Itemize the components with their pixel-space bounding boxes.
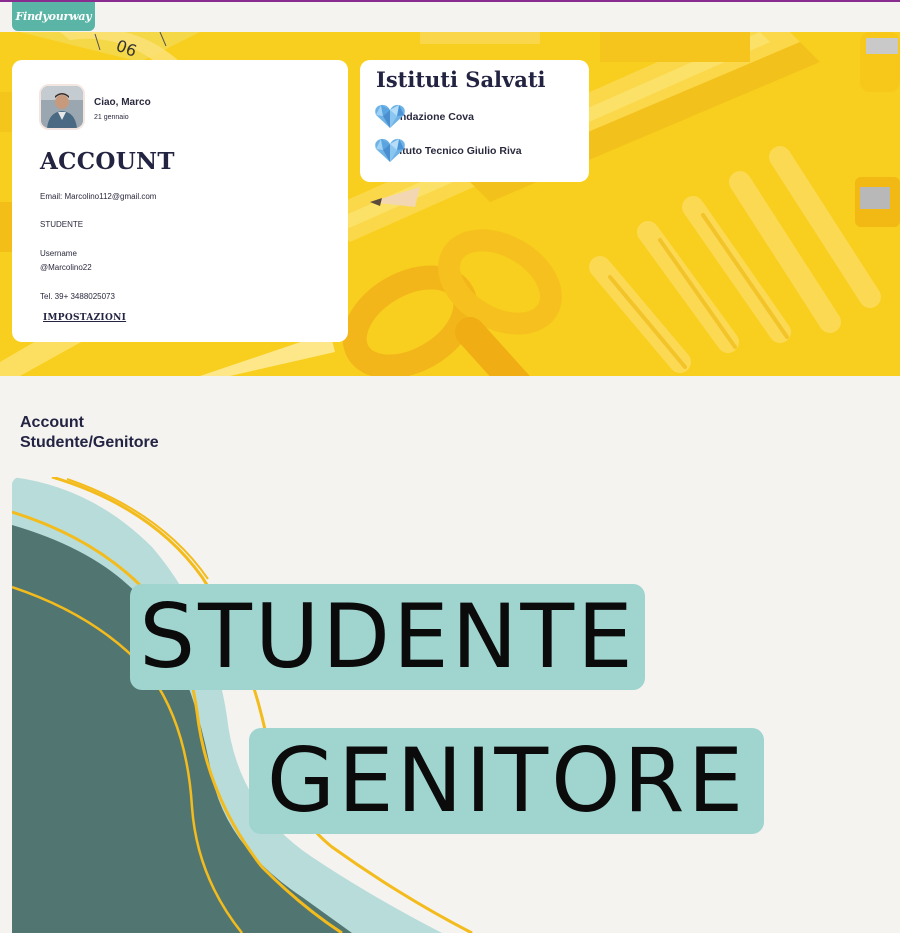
greeting-text: Ciao, Marco [94,97,151,108]
phone-text: Tel. 39+ 3488025073 [40,292,115,301]
username-value: @Marcolino22 [40,263,92,272]
section-title: Account Studente/Genitore [20,413,159,453]
student-option-label: STUDENTE [139,585,636,688]
account-card: Ciao, Marco 21 gennaio ACCOUNT Email: Ma… [12,60,348,342]
hero-banner: 06 Ciao, Marco 21 gennaio ACCOUNT Email:… [0,32,900,376]
top-accent-line [0,0,900,2]
saved-institute-item[interactable]: Istituto Tecnico Giulio Riva [374,137,522,165]
saved-institute-label: Istituto Tecnico Giulio Riva [387,145,522,157]
student-option[interactable]: STUDENTE [130,584,645,690]
date-text: 21 gennaio [94,114,129,121]
avatar[interactable] [41,86,83,128]
wave-decoration [12,477,473,933]
account-type-banner: STUDENTE GENITORE [12,477,900,933]
brand-logo[interactable]: Findyourway [12,2,95,31]
section-title-line1: Account [20,414,84,431]
settings-link[interactable]: IMPOSTAZIONI [43,313,126,323]
heart-icon [375,104,405,128]
parent-option[interactable]: GENITORE [249,728,764,834]
saved-institute-item[interactable]: Fondazione Cova [374,103,474,131]
heart-icon [375,138,405,162]
account-title: ACCOUNT [40,148,175,175]
saved-institutes-title: Istituti Salvati [376,67,546,92]
role-text: STUDENTE [40,220,84,229]
parent-option-label: GENITORE [266,729,747,832]
saved-institutes-card: Istituti Salvati Fondazione Cova Istitut… [360,60,589,182]
username-label: Username [40,249,77,258]
section-title-line2: Studente/Genitore [20,434,159,451]
email-text: Email: Marcolino112@gmail.com [40,192,157,201]
user-photo-icon [41,86,83,128]
